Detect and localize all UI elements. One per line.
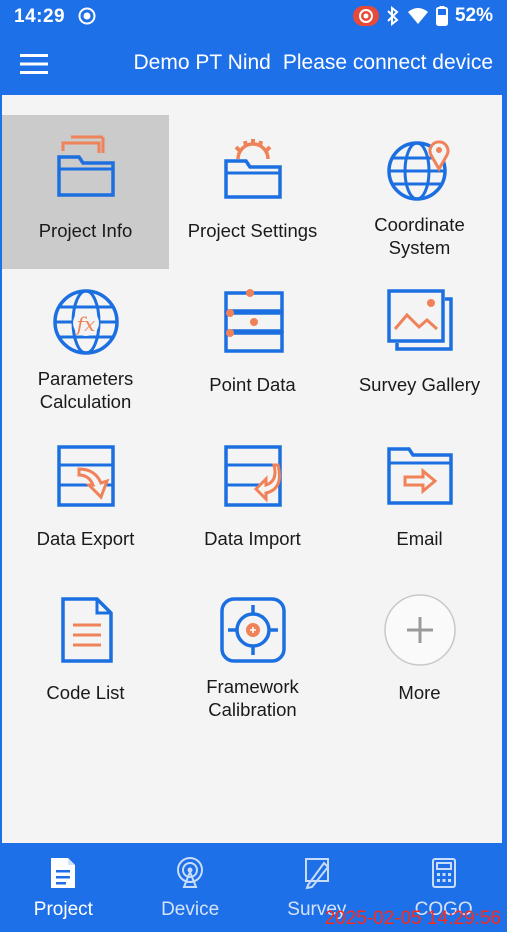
- grid-item-label: More: [398, 682, 441, 703]
- record-indicator-icon: [352, 6, 379, 26]
- grid-item-framework-calibration[interactable]: Framework Calibration: [169, 577, 336, 731]
- svg-text:fx: fx: [74, 312, 95, 336]
- device-tab-icon: [177, 857, 204, 888]
- grid-item-label: Project Info: [38, 220, 133, 241]
- point-data-icon: [223, 289, 284, 353]
- grid-item-label: Parameters Calculation: [2, 367, 169, 413]
- hamburger-menu-icon[interactable]: [20, 52, 48, 76]
- cogo-tab-icon: [431, 858, 456, 888]
- grid-item-label: Code List: [46, 682, 125, 703]
- grid-item-label: Data Import: [204, 528, 301, 549]
- grid-item-label: Framework Calibration: [169, 675, 336, 721]
- grid-item-label: Project Settings: [187, 220, 318, 241]
- grid-item-data-export[interactable]: Data Export: [2, 423, 169, 577]
- email-icon: [386, 447, 453, 505]
- grid-item-point-data[interactable]: Point Data: [169, 269, 336, 423]
- survey-tab-icon: [304, 858, 330, 889]
- grid-item-label: Survey Gallery: [358, 374, 481, 395]
- grid-item-email[interactable]: Email: [336, 423, 503, 577]
- grid-item-parameters-calculation[interactable]: fx Parameters Calculation: [2, 269, 169, 423]
- code-list-icon: [60, 597, 113, 663]
- battery-icon: [435, 6, 448, 26]
- coordinate-system-icon: [386, 140, 449, 201]
- tab-project[interactable]: Project: [0, 843, 127, 932]
- label-line-1: Parameters: [37, 368, 134, 389]
- tab-label: Device: [161, 899, 220, 920]
- header-title: Demo PT Nind Please connect device: [134, 51, 493, 75]
- wifi-icon: [407, 8, 428, 24]
- status-time: 14:29: [14, 6, 66, 27]
- label-line-2: System: [388, 237, 451, 258]
- timestamp-watermark: 2025-02-05 14:29:56: [324, 908, 501, 929]
- status-bar: 14:29 52%: [0, 0, 507, 34]
- function-grid: Project Info Project Settings Coordinate…: [2, 95, 502, 843]
- project-tab-icon: [51, 858, 76, 888]
- grid-item-label: Email: [396, 528, 443, 549]
- grid-item-label: Data Export: [36, 528, 135, 549]
- more-icon: [383, 594, 456, 666]
- framework-calibration-icon: [219, 597, 286, 663]
- grid-item-more[interactable]: More: [336, 577, 503, 731]
- connection-status[interactable]: Please connect device: [283, 51, 493, 74]
- survey-gallery-icon: [386, 289, 453, 351]
- bluetooth-icon: [387, 6, 399, 26]
- parameters-calculation-icon: fx: [52, 289, 119, 355]
- grid-item-project-info[interactable]: Project Info: [2, 115, 169, 269]
- label-line-1: Coordinate: [374, 214, 465, 235]
- project-info-icon: [56, 135, 115, 197]
- project-settings-icon: [223, 139, 282, 199]
- data-export-icon: [56, 445, 115, 507]
- grid-item-code-list[interactable]: Code List: [2, 577, 169, 731]
- tab-device[interactable]: Device: [127, 843, 254, 932]
- label-line-2: Calculation: [39, 391, 132, 412]
- grid-item-data-import[interactable]: Data Import: [169, 423, 336, 577]
- label-line-1: Framework: [206, 676, 299, 697]
- app-header: Demo PT Nind Please connect device: [0, 34, 507, 94]
- grid-item-project-settings[interactable]: Project Settings: [169, 115, 336, 269]
- grid-item-label: Coordinate System: [336, 213, 503, 259]
- screen-record-icon: [78, 7, 96, 25]
- tab-label: Project: [33, 899, 93, 920]
- battery-percent: 52%: [454, 5, 493, 26]
- data-import-icon: [223, 445, 282, 507]
- device-name: Demo PT Nind: [133, 51, 271, 74]
- grid-item-survey-gallery[interactable]: Survey Gallery: [336, 269, 503, 423]
- grid-item-label: Point Data: [209, 374, 296, 395]
- label-line-2: Calibration: [208, 699, 297, 720]
- grid-item-coordinate-system[interactable]: Coordinate System: [336, 115, 503, 269]
- status-right-group: 52%: [352, 5, 493, 27]
